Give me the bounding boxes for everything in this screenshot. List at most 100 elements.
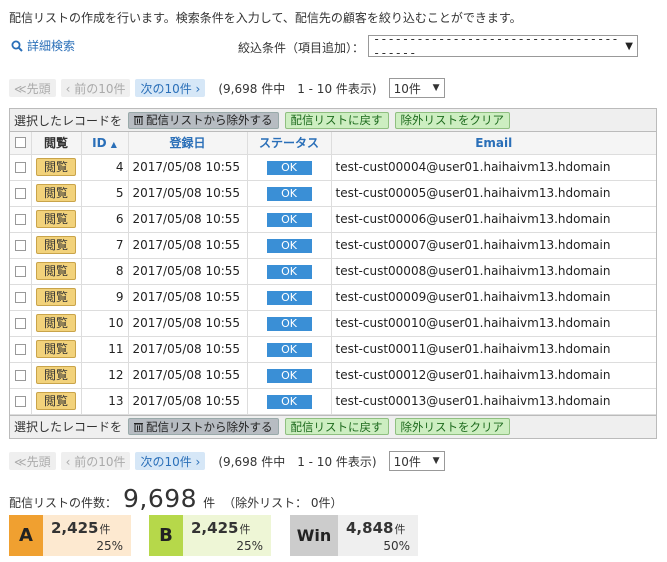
- view-button[interactable]: 閲覧: [36, 314, 76, 332]
- chevron-down-icon: ▼: [432, 83, 440, 93]
- clear-excluded-button[interactable]: 除外リストをクリア: [394, 418, 511, 435]
- pager-prev-button[interactable]: ‹ 前の10件: [60, 79, 131, 97]
- email-cell: test-cust00005@user01.haihaivm13.hdomain: [330, 179, 656, 207]
- view-button[interactable]: 閲覧: [36, 158, 76, 176]
- column-header-email[interactable]: Email: [330, 132, 656, 155]
- row-checkbox-cell[interactable]: [10, 153, 32, 181]
- pager-bottom: ≪先頭 ‹ 前の10件 次の10件 › (9,698 件中 1 - 10 件表示…: [9, 451, 445, 471]
- view-cell: 閲覧: [30, 309, 82, 337]
- pager-first-button[interactable]: ≪先頭: [9, 452, 56, 470]
- row-checkbox-cell[interactable]: [10, 387, 32, 415]
- row-checkbox[interactable]: [14, 213, 26, 225]
- filter-label: 絞込条件（項目追加）：: [238, 41, 365, 55]
- column-header-id[interactable]: ID ▲: [80, 132, 129, 155]
- id-cell: 4: [80, 153, 129, 181]
- select-all-checkbox[interactable]: [14, 137, 26, 149]
- row-checkbox[interactable]: [14, 265, 26, 277]
- view-button[interactable]: 閲覧: [36, 236, 76, 254]
- status-badge: OK: [266, 238, 312, 253]
- row-checkbox-cell[interactable]: [10, 179, 32, 207]
- row-checkbox-cell[interactable]: [10, 335, 32, 363]
- filter-select-value: ----------------------------------------: [373, 32, 619, 60]
- status-cell: OK: [246, 387, 332, 415]
- date-cell: 2017/05/08 10:55: [127, 231, 248, 259]
- segment-tag: A: [9, 515, 43, 556]
- date-cell: 2017/05/08 10:55: [127, 179, 248, 207]
- status-badge: OK: [266, 160, 312, 175]
- view-button[interactable]: 閲覧: [36, 210, 76, 228]
- view-button[interactable]: 閲覧: [36, 366, 76, 384]
- records-grid: 閲覧 ID ▲ 登録日 ステータス Email 閲覧 4 2017/05/08 10…: [10, 132, 656, 415]
- chevron-down-icon: ▼: [625, 40, 633, 52]
- clear-excluded-button[interactable]: 除外リストをクリア: [394, 111, 511, 129]
- select-all-header[interactable]: [10, 132, 32, 155]
- email-cell: test-cust00011@user01.haihaivm13.hdomain: [330, 335, 656, 363]
- per-page-select[interactable]: 10件 ▼: [388, 451, 445, 471]
- row-checkbox-cell[interactable]: [10, 309, 32, 337]
- segment-pct: 25%: [96, 539, 123, 553]
- row-checkbox[interactable]: [14, 291, 26, 303]
- status-cell: OK: [246, 283, 332, 311]
- exclude-button[interactable]: 配信リストから除外する: [128, 418, 279, 435]
- view-button[interactable]: 閲覧: [36, 288, 76, 306]
- status-badge: OK: [266, 368, 312, 383]
- row-checkbox[interactable]: [14, 161, 26, 173]
- row-checkbox[interactable]: [14, 395, 26, 407]
- list-count: 配信リストの件数： 9,698 件 （除外リスト： 0件）: [9, 484, 343, 513]
- table-row: 閲覧 6 2017/05/08 10:55 OK test-cust00006@user…: [10, 205, 656, 233]
- email-cell: test-cust00004@user01.haihaivm13.hdomain: [330, 153, 656, 181]
- view-button[interactable]: 閲覧: [36, 184, 76, 202]
- action-label: 選択したレコードを: [14, 113, 123, 128]
- date-cell: 2017/05/08 10:55: [127, 309, 248, 337]
- column-header-registered[interactable]: 登録日: [127, 132, 248, 155]
- exclude-button[interactable]: 配信リストから除外する: [128, 111, 279, 129]
- id-cell: 6: [80, 205, 129, 233]
- row-checkbox-cell[interactable]: [10, 231, 32, 259]
- header-row: 閲覧 ID ▲ 登録日 ステータス Email: [10, 132, 656, 155]
- row-checkbox[interactable]: [14, 369, 26, 381]
- segment-value: 2,425件: [51, 519, 123, 537]
- restore-button[interactable]: 配信リストに戻す: [284, 111, 389, 129]
- exclude-button-label: 配信リストから除外する: [146, 419, 273, 434]
- row-checkbox-cell[interactable]: [10, 257, 32, 285]
- segment-a: A 2,425件 25%: [9, 515, 131, 556]
- row-checkbox[interactable]: [14, 187, 26, 199]
- date-cell: 2017/05/08 10:55: [127, 387, 248, 415]
- row-checkbox-cell[interactable]: [10, 205, 32, 233]
- row-checkbox[interactable]: [14, 317, 26, 329]
- email-cell: test-cust00012@user01.haihaivm13.hdomain: [330, 361, 656, 389]
- segment-win: Win 4,848件 50%: [290, 515, 418, 556]
- view-button[interactable]: 閲覧: [36, 392, 76, 410]
- list-count-unit: 件: [203, 496, 216, 510]
- segment-unit: 件: [239, 523, 251, 536]
- segment-value-number: 4,848: [346, 519, 394, 537]
- per-page-select[interactable]: 10件 ▼: [388, 78, 445, 98]
- pager-first-button[interactable]: ≪先頭: [9, 79, 56, 97]
- status-badge: OK: [266, 290, 312, 305]
- id-cell: 13: [80, 387, 129, 415]
- table-row: 閲覧 11 2017/05/08 10:55 OK test-cust00011@use…: [10, 335, 656, 363]
- pager-next-button[interactable]: 次の10件 ›: [135, 452, 206, 470]
- pager-next-button[interactable]: 次の10件 ›: [135, 79, 206, 97]
- status-cell: OK: [246, 179, 332, 207]
- column-header-id-label: ID: [92, 135, 107, 150]
- row-checkbox[interactable]: [14, 239, 26, 251]
- table-row: 閲覧 5 2017/05/08 10:55 OK test-cust00005@user…: [10, 179, 656, 207]
- pager-prev-button[interactable]: ‹ 前の10件: [60, 452, 131, 470]
- row-checkbox[interactable]: [14, 343, 26, 355]
- view-button[interactable]: 閲覧: [36, 340, 76, 358]
- view-cell: 閲覧: [30, 257, 82, 285]
- filter-select[interactable]: ----------------------------------------…: [368, 32, 638, 60]
- column-header-status[interactable]: ステータス: [246, 132, 332, 155]
- row-checkbox-cell[interactable]: [10, 361, 32, 389]
- segment-pct: 25%: [236, 539, 263, 553]
- view-button[interactable]: 閲覧: [36, 262, 76, 280]
- segment-box: 4,848件 50%: [338, 515, 418, 556]
- date-cell: 2017/05/08 10:55: [127, 205, 248, 233]
- row-checkbox-cell[interactable]: [10, 283, 32, 311]
- advanced-search-link[interactable]: 詳細検索: [11, 37, 75, 54]
- restore-button[interactable]: 配信リストに戻す: [284, 418, 389, 435]
- status-cell: OK: [246, 257, 332, 285]
- status-cell: OK: [246, 205, 332, 233]
- view-cell: 閲覧: [30, 205, 82, 233]
